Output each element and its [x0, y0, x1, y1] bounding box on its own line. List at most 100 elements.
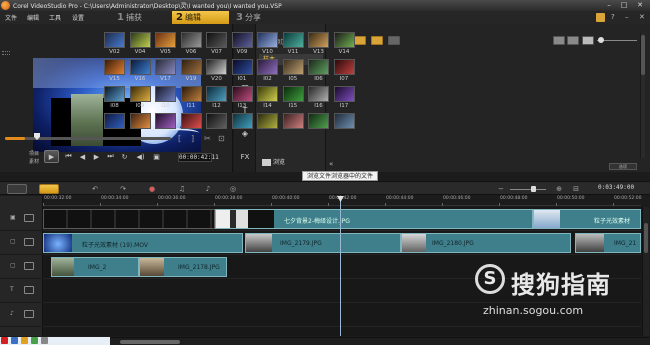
hd-preview-button[interactable]: ▣ [151, 151, 162, 162]
mark-in-icon[interactable]: [ [178, 134, 181, 143]
clip-video-black[interactable] [43, 209, 215, 229]
show-photo-icon[interactable] [371, 36, 383, 45]
list-view-icon[interactable] [553, 36, 565, 45]
zoom-knob[interactable] [531, 186, 536, 192]
sort-icon[interactable] [582, 36, 594, 45]
volume-button[interactable]: ◀) [135, 151, 146, 162]
timeline-view-button[interactable] [39, 184, 59, 194]
graphic-icon[interactable]: ◈ [238, 129, 252, 139]
step-share[interactable]: 3 分享 [232, 11, 288, 24]
overlay2-track-icon[interactable]: ▢ [10, 262, 18, 269]
browse-button[interactable]: 浏览 [262, 157, 285, 166]
panel-grip-icon[interactable] [2, 51, 10, 55]
library-thumbnail[interactable] [206, 86, 227, 102]
library-thumbnail[interactable] [308, 113, 329, 129]
maximize-icon[interactable]: □ [619, 1, 629, 10]
library-thumbnail[interactable] [231, 113, 253, 129]
library-thumbnail[interactable] [333, 32, 355, 48]
timeline-vertical-scrollbar[interactable] [642, 207, 649, 336]
clip-img-2178[interactable]: IMG_2178.JPG [139, 257, 227, 277]
clip-particle-mov[interactable]: 粒子光效素材 (19).MOV [43, 233, 243, 253]
clip-img-21[interactable]: IMG_21 [575, 233, 641, 253]
mode-project[interactable]: 项目 [29, 150, 39, 157]
overlay1-track-icon[interactable]: ▢ [10, 238, 18, 245]
next-frame-button[interactable]: ▶ [91, 151, 102, 162]
undo-icon[interactable]: ↶ [90, 185, 100, 193]
fit-project-icon[interactable]: ⊟ [571, 185, 581, 193]
menu-edit[interactable]: 编辑 [27, 13, 39, 22]
redo-icon[interactable]: ↷ [118, 185, 128, 193]
library-thumbnail[interactable] [333, 59, 355, 75]
library-thumbnail[interactable] [308, 86, 329, 102]
library-thumbnail[interactable] [308, 32, 329, 48]
library-thumbnail[interactable] [104, 86, 125, 102]
library-thumbnail[interactable] [104, 113, 125, 129]
library-thumbnail[interactable] [257, 86, 278, 102]
sound-mixer-icon[interactable]: ♫ [177, 185, 187, 193]
help-icon[interactable]: ? [611, 13, 620, 22]
library-thumbnail[interactable] [333, 113, 355, 129]
library-thumbnail[interactable] [155, 59, 176, 75]
menu-tools[interactable]: 工具 [49, 13, 61, 22]
video-track-icon[interactable]: ▣ [10, 214, 18, 221]
show-audio-icon[interactable] [388, 36, 400, 45]
overlay1-toggle-icon[interactable] [24, 238, 34, 246]
repeat-button[interactable]: ↻ [119, 151, 130, 162]
library-thumbnail[interactable] [257, 113, 278, 129]
step-edit[interactable]: 2 编辑 [172, 11, 229, 24]
music-toggle-icon[interactable] [24, 310, 34, 318]
scrubber-knob[interactable] [34, 133, 40, 140]
library-thumbnail[interactable] [129, 86, 151, 102]
library-thumbnail[interactable] [257, 59, 278, 75]
playhead-line[interactable] [340, 196, 341, 336]
library-thumbnail[interactable] [206, 113, 227, 129]
title-toggle-icon[interactable] [24, 286, 34, 294]
clip-particle-light[interactable]: 粒子光效素材 [533, 209, 641, 229]
minimize-panel-icon[interactable]: – [625, 13, 634, 22]
overlay2-toggle-icon[interactable] [24, 262, 34, 270]
library-thumbnail[interactable] [282, 32, 304, 48]
end-button[interactable]: ⏭ [105, 151, 116, 162]
track-toggle-icon[interactable] [24, 214, 34, 222]
motion-track-icon[interactable]: ◎ [228, 185, 238, 193]
options-button[interactable]: 选项 [609, 163, 637, 170]
library-thumbnail[interactable] [257, 32, 278, 48]
zoom-slider[interactable] [510, 189, 546, 190]
library-thumbnail[interactable] [308, 59, 329, 75]
mark-out-icon[interactable]: ] [191, 134, 194, 143]
zoom-in-icon[interactable]: ⊕ [554, 185, 564, 193]
library-thumbnail[interactable] [282, 86, 304, 102]
close-panel-icon[interactable]: ✕ [639, 13, 648, 22]
library-thumbnail[interactable] [282, 113, 304, 129]
library-thumbnail[interactable] [155, 32, 176, 48]
library-thumbnail[interactable] [155, 113, 176, 129]
library-thumbnail[interactable] [155, 86, 176, 102]
taskbar-folder-icon[interactable] [21, 337, 28, 344]
taskbar-app2-icon[interactable] [31, 337, 38, 344]
storyboard-view-button[interactable] [7, 184, 27, 194]
show-video-icon[interactable] [354, 36, 366, 45]
title-track-icon[interactable]: T [10, 286, 18, 293]
library-thumbnail[interactable] [282, 59, 304, 75]
minimize-icon[interactable]: – [604, 1, 614, 10]
preview-timecode[interactable]: 00:00:42:11 [178, 153, 219, 162]
thumbnail-view-icon[interactable] [567, 36, 579, 45]
auto-music-icon[interactable]: ♪ [203, 185, 213, 193]
close-icon[interactable]: ✕ [635, 1, 645, 10]
library-thumbnail[interactable] [231, 86, 253, 102]
clip-img-2180[interactable]: IMG_2180.JPG [401, 233, 571, 253]
library-thumbnail[interactable] [333, 86, 355, 102]
library-thumbnail[interactable] [104, 59, 125, 75]
enlarge-icon[interactable]: ⊡ [218, 134, 225, 143]
folder-icon[interactable] [596, 13, 605, 22]
filter-icon[interactable]: FX [238, 152, 252, 162]
library-scrollbar[interactable] [640, 33, 645, 158]
clip-img-2[interactable]: IMG_2 [51, 257, 139, 277]
library-thumbnail[interactable] [129, 59, 151, 75]
music-track-icon[interactable]: ♪ [10, 310, 18, 317]
menu-settings[interactable]: 设置 [72, 13, 84, 22]
step-capture[interactable]: 1 捕获 [113, 11, 169, 24]
clip-img-2179[interactable]: IMG_2179.JPG [245, 233, 401, 253]
split-clip-icon[interactable]: ✂ [204, 134, 211, 143]
taskbar-app3-icon[interactable] [41, 337, 48, 344]
